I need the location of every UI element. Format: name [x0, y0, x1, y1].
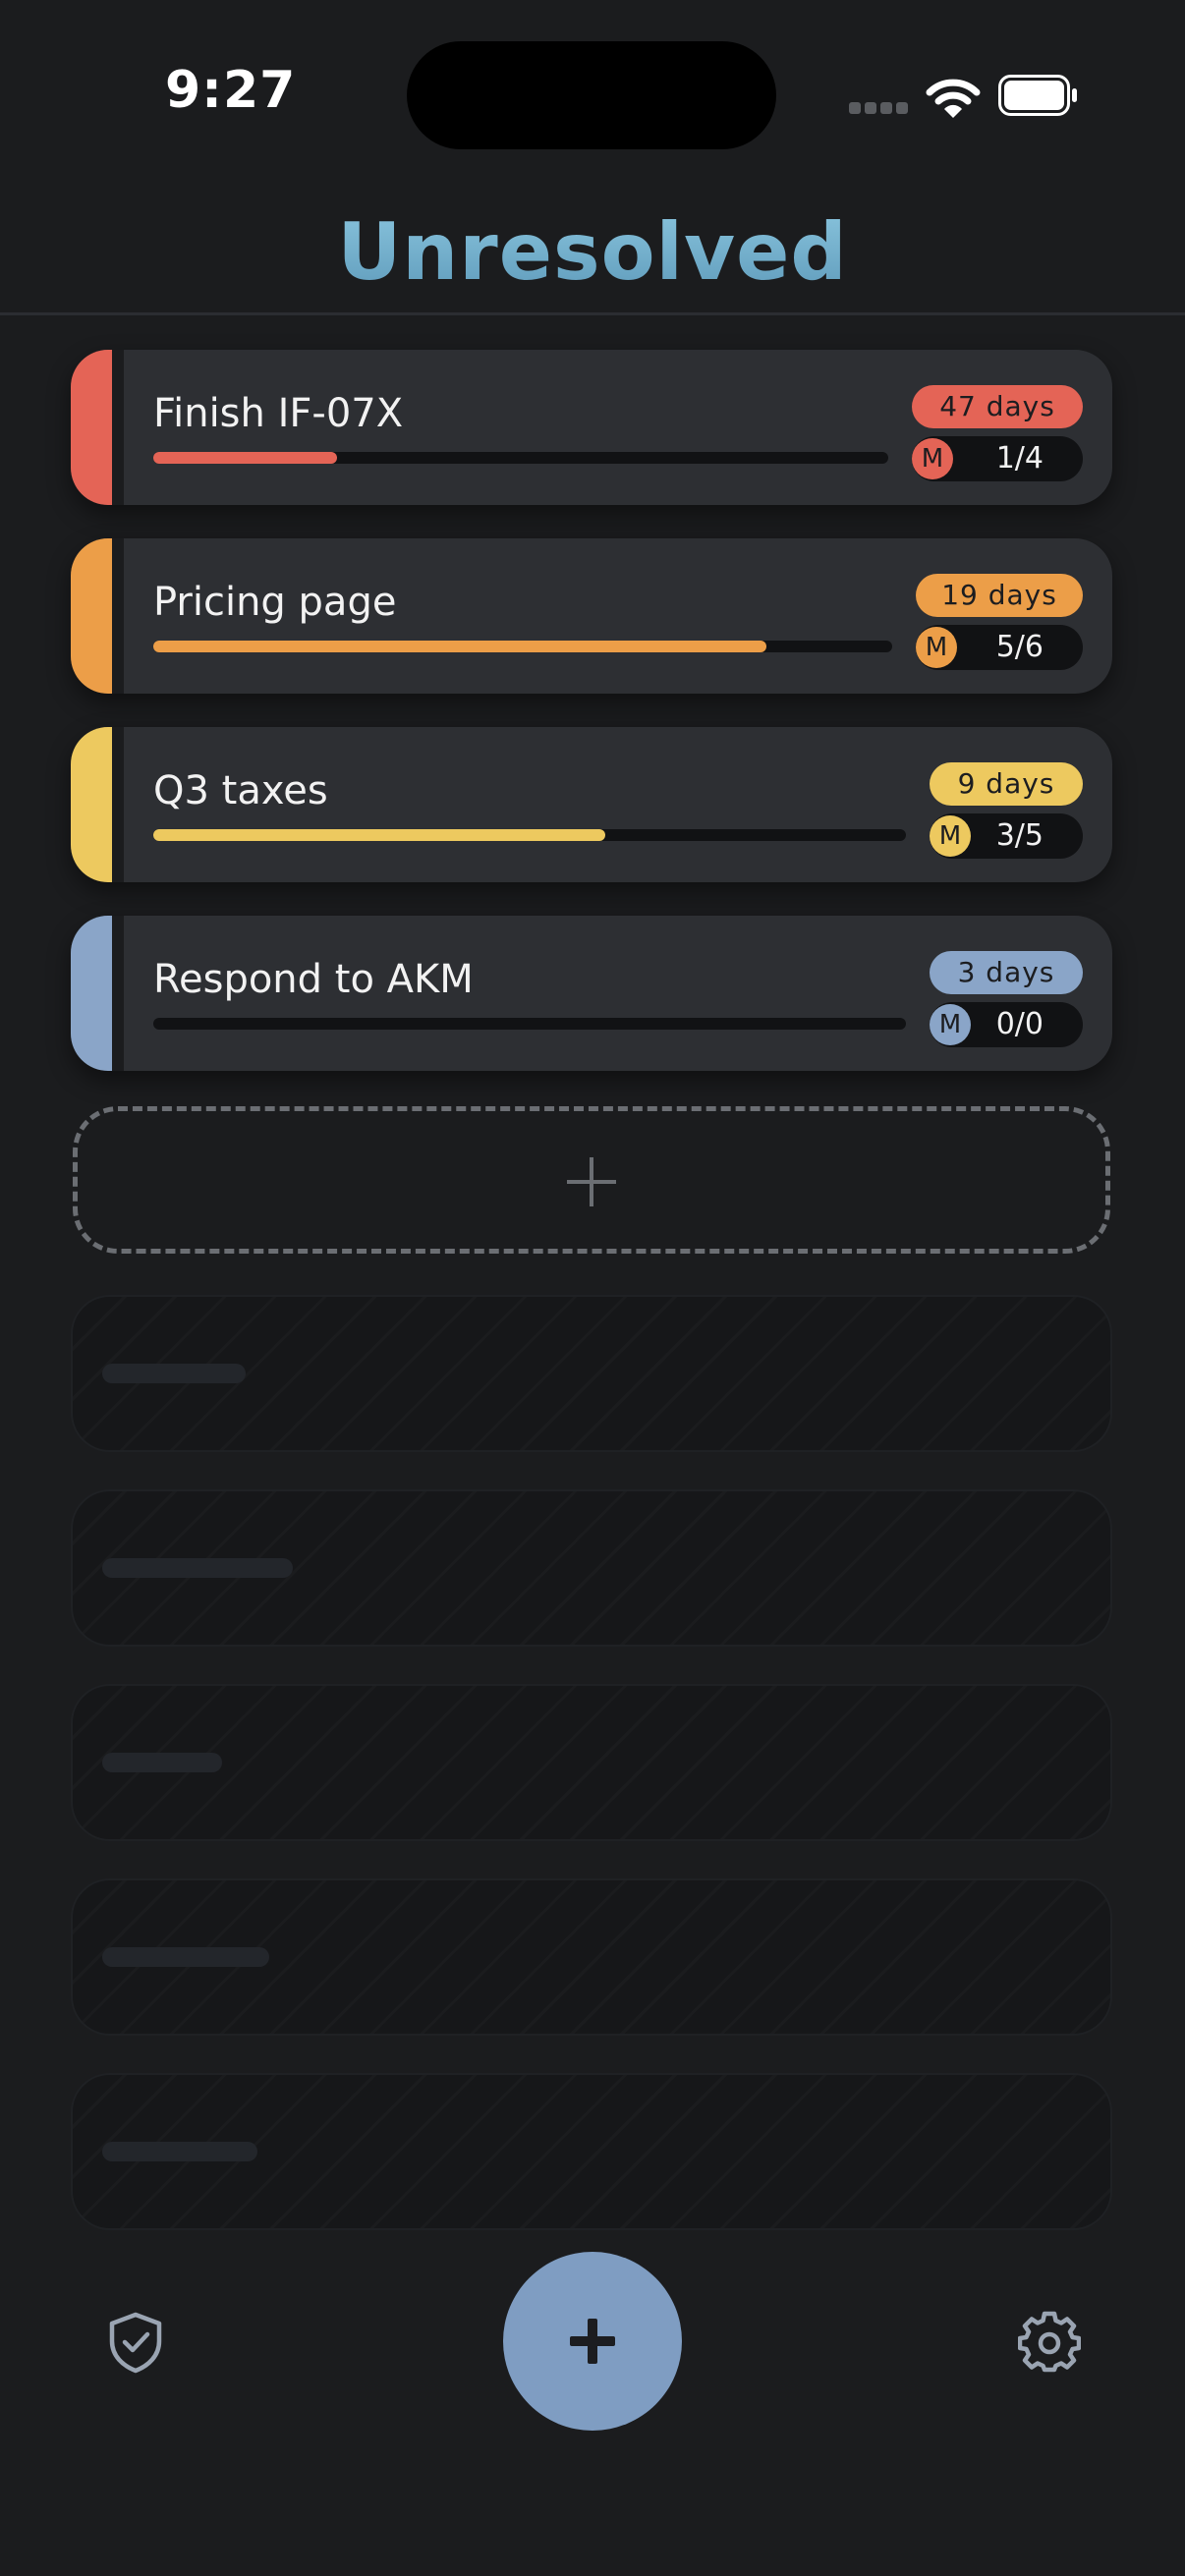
wifi-icon [926, 79, 981, 118]
days-remaining-badge: 19 days [916, 574, 1083, 617]
status-time: 9:27 [165, 61, 297, 120]
subtask-count-pill: M 0/0 [930, 1002, 1083, 1047]
app-title: Unresolved [0, 206, 1185, 298]
task-progress-bar [153, 452, 888, 464]
assignee-avatar: M [912, 438, 953, 479]
task-card[interactable]: Respond to AKM 3 days M 0/0 [71, 916, 1112, 1071]
skeleton-bar [102, 1753, 222, 1772]
subtask-count: 3/5 [995, 818, 1044, 853]
task-strip-divider [112, 350, 124, 505]
app-header: Unresolved [0, 187, 1185, 315]
subtask-count: 1/4 [995, 441, 1044, 476]
assignee-avatar: M [916, 627, 957, 668]
dynamic-island [407, 41, 776, 149]
empty-slot [71, 1295, 1112, 1452]
task-progress-fill [153, 641, 767, 652]
task-card[interactable]: Finish IF-07X 47 days M 1/4 [71, 350, 1112, 505]
subtask-count: 5/6 [995, 630, 1044, 664]
subtask-count-pill: M 3/5 [930, 813, 1083, 859]
assignee-avatar: M [930, 1004, 971, 1045]
cellular-signal-icon [849, 102, 908, 116]
plus-icon [567, 1157, 616, 1206]
task-title: Pricing page [153, 580, 397, 625]
gear-icon[interactable] [1018, 2311, 1081, 2374]
task-color-strip [71, 350, 112, 505]
skeleton-bar [102, 1558, 293, 1578]
shield-check-icon[interactable] [106, 2311, 165, 2374]
task-color-strip [71, 538, 112, 694]
add-task-button[interactable] [503, 2252, 682, 2431]
empty-slot [71, 2073, 1112, 2230]
task-title: Q3 taxes [153, 768, 328, 813]
task-progress-bar [153, 641, 892, 652]
task-progress-fill [153, 829, 605, 841]
skeleton-bar [102, 1947, 269, 1967]
task-color-strip [71, 916, 112, 1071]
skeleton-bar [102, 2142, 257, 2161]
plus-icon [570, 2319, 615, 2364]
task-title: Finish IF-07X [153, 391, 404, 436]
task-strip-divider [112, 538, 124, 694]
subtask-count: 0/0 [995, 1007, 1044, 1041]
task-strip-divider [112, 727, 124, 882]
assignee-avatar: M [930, 815, 971, 857]
days-remaining-badge: 9 days [930, 762, 1083, 806]
subtask-count-pill: M 1/4 [912, 436, 1083, 481]
task-color-strip [71, 727, 112, 882]
days-remaining-badge: 47 days [912, 385, 1083, 428]
subtask-count-pill: M 5/6 [916, 625, 1083, 670]
task-strip-divider [112, 916, 124, 1071]
battery-icon [998, 75, 1077, 116]
task-progress-bar [153, 1018, 906, 1030]
task-title: Respond to AKM [153, 957, 474, 1002]
status-bar: 9:27 [0, 0, 1185, 187]
days-remaining-badge: 3 days [930, 951, 1083, 994]
task-progress-bar [153, 829, 906, 841]
empty-slot [71, 1489, 1112, 1647]
empty-slot [71, 1684, 1112, 1841]
add-task-slot[interactable] [73, 1106, 1110, 1254]
task-progress-fill [153, 452, 337, 464]
task-card[interactable]: Pricing page 19 days M 5/6 [71, 538, 1112, 694]
skeleton-bar [102, 1364, 246, 1383]
empty-slot [71, 1878, 1112, 2036]
task-card[interactable]: Q3 taxes 9 days M 3/5 [71, 727, 1112, 882]
